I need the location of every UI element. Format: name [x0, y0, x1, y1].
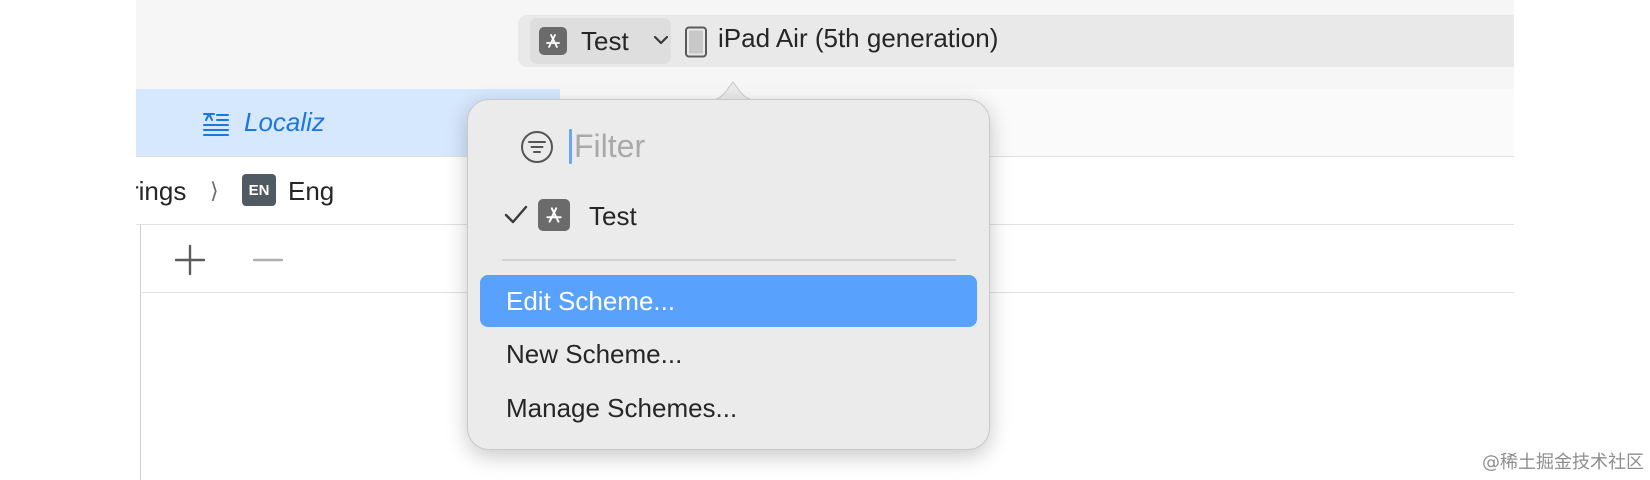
checkmark-icon: [504, 205, 528, 224]
scheme-selector-button[interactable]: Test: [530, 18, 671, 64]
string-catalog-icon: [203, 113, 229, 136]
menu-item-new-scheme[interactable]: New Scheme...: [480, 328, 977, 380]
language-badge: EN: [242, 174, 276, 206]
toolbar: Test iPad Air (5th generation): [136, 0, 1514, 90]
menu-item-edit-scheme[interactable]: Edit Scheme...: [480, 275, 977, 327]
scheme-name: Test: [581, 26, 629, 56]
scheme-destination-bar: Test iPad Air (5th generation): [518, 15, 1514, 67]
menu-divider: [502, 259, 956, 261]
watermark: @稀土掘金技术社区: [1482, 452, 1644, 473]
breadcrumb-separator-icon: ⟩: [210, 178, 219, 203]
popover-arrow: [703, 81, 763, 102]
menu-item-test-scheme[interactable]: Test: [589, 200, 637, 232]
app-store-icon: [538, 199, 570, 231]
app-store-icon: [539, 27, 567, 55]
plus-icon[interactable]: [174, 244, 206, 276]
minus-icon[interactable]: [252, 244, 284, 276]
filter-input[interactable]: [574, 124, 924, 168]
ipad-icon[interactable]: [684, 26, 708, 58]
breadcrumb-current[interactable]: Eng: [288, 175, 334, 207]
xcode-window: Test iPad Air (5th generation) Localiz r…: [136, 0, 1514, 480]
text-caret: [569, 129, 572, 164]
scheme-menu-popover: Test Edit Scheme... New Scheme... Manage…: [467, 99, 990, 450]
tab-label: Localiz: [244, 107, 325, 137]
breadcrumb-parent[interactable]: rings: [136, 175, 186, 207]
run-destination-label[interactable]: iPad Air (5th generation): [718, 24, 998, 52]
chevron-down-icon: [653, 35, 669, 45]
menu-item-manage-schemes[interactable]: Manage Schemes...: [480, 382, 977, 434]
filter-icon: [521, 131, 553, 163]
